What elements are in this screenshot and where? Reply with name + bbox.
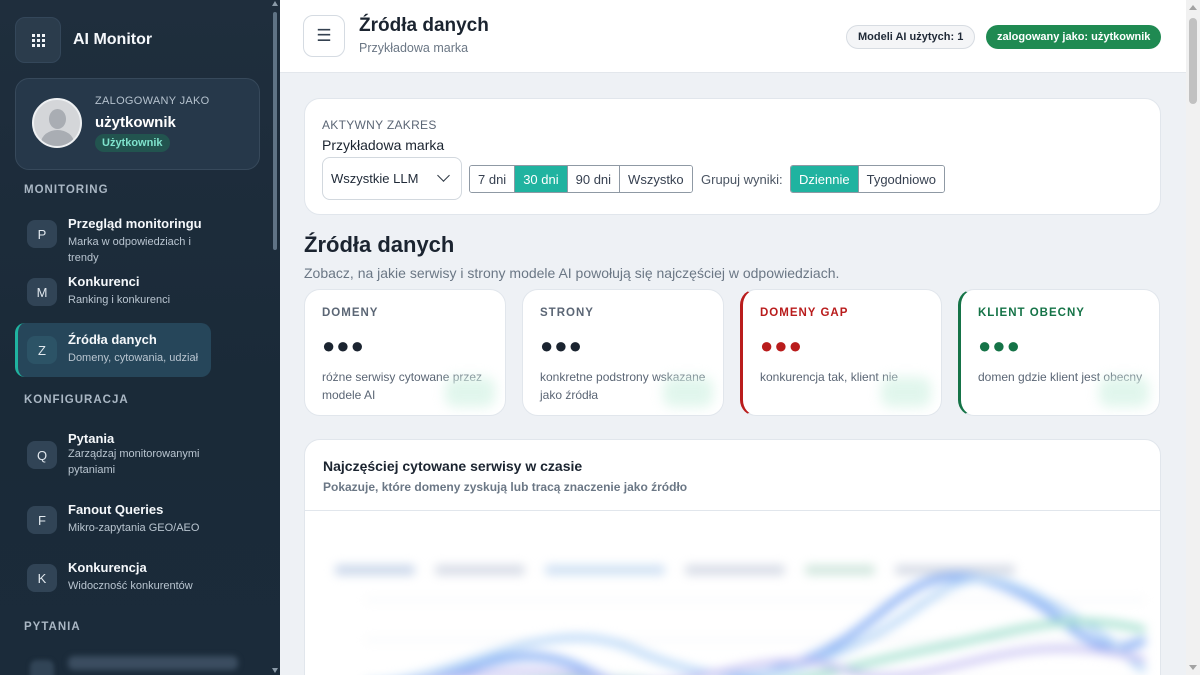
apps-grid-icon[interactable] [15,17,61,63]
blurred-question-item[interactable] [68,656,238,670]
stat-card-pages: STRONY ●●● konkretne podstrony wskazane … [522,289,724,416]
sidebar-item-subtitle: Marka w odpowiedziach i trendy [68,236,191,264]
user-label: ZALOGOWANY JAKO [95,95,210,107]
section-pytania: PYTANIA [24,621,81,633]
divider [305,510,1160,511]
scroll-down-icon[interactable] [272,668,278,673]
nav-letter-icon: K [27,564,57,592]
main-scrollbar[interactable] [1186,0,1200,675]
sidebar-item-pytania[interactable]: Q Pytania Zarządzaj monitorowanymi pytan… [15,420,211,486]
sidebar-scroll-thumb[interactable] [273,12,277,250]
group-selector: Dziennie Tygodniowo [790,165,945,193]
main-scroll-thumb[interactable] [1189,18,1197,104]
legend-item [805,565,875,575]
active-range-label: AKTYWNY ZAKRES [322,118,437,132]
blurred-question-icon [30,660,54,675]
nav-letter-icon: F [27,506,57,534]
range-7d-button[interactable]: 7 dni [470,166,516,192]
sidebar-item-title: Źródła danych [68,332,157,347]
scroll-down-icon[interactable] [1189,665,1197,670]
sidebar-item-subtitle: Widoczność konkurentów [68,580,193,592]
sidebar-item-konkurencja[interactable]: K Konkurencja Widoczność konkurentów [15,551,211,605]
hamburger-icon: ☰ [316,26,332,45]
sidebar-scrollbar[interactable] [272,0,278,675]
range-selector: 7 dni 30 dni 90 dni Wszystko [469,165,693,193]
chart-subtitle: Pokazuje, które domeny zyskują lub tracą… [323,480,688,494]
user-name: użytkownik [95,114,176,131]
sidebar-item-title: Konkurencja [68,560,147,575]
sidebar-item-title: Konkurenci [68,274,140,289]
blurred-legend [335,565,1015,575]
stat-card-domain-gap: DOMENY GAP ●●● konkurencja tak, klient n… [740,289,942,416]
stat-card-client-present: KLIENT OBECNY ●●● domen gdzie klient jes… [958,289,1160,416]
avatar [32,98,82,148]
page-title: Źródła danych [359,15,489,36]
stat-decoration [1099,377,1149,407]
active-brand: Przykładowa marka [322,137,445,153]
nav-letter-icon: Z [27,336,57,364]
chart-title: Najczęściej cytowane serwisy w czasie [323,458,583,474]
brand[interactable]: AI Monitor [15,17,152,63]
page-subtitle: Przykładowa marka [359,41,469,55]
nav-letter-icon: M [27,278,57,306]
scroll-up-icon[interactable] [1189,5,1197,10]
models-used-pill: Modeli AI użytych: 1 [846,25,976,49]
stat-decoration [445,377,495,407]
sidebar: AI Monitor ZALOGOWANY JAKO użytkownik Uż… [0,0,280,675]
stat-decoration [881,377,931,407]
stat-card-domains: DOMENY ●●● różne serwisy cytowane przez … [304,289,506,416]
nav-letter-icon: Q [27,441,57,469]
user-role-badge: Użytkownik [95,134,170,152]
sidebar-item-subtitle: Ranking i konkurenci [68,294,171,306]
legend-item [545,565,665,575]
stat-value: ●●● [978,333,1021,358]
topbar: ☰ Źródła danych Przykładowa marka Modeli… [280,0,1186,73]
nav-letter-icon: P [27,220,57,248]
section-konfiguracja: KONFIGURACJA [24,394,129,406]
stat-label: DOMENY GAP [760,307,849,319]
sidebar-item-title: Fanout Queries [68,502,164,517]
legend-item [335,565,415,575]
sidebar-item-przeglad[interactable]: P Przegląd monitoringu Marka w odpowiedz… [15,207,211,264]
menu-toggle-button[interactable]: ☰ [303,15,345,57]
range-all-button[interactable]: Wszystko [620,166,692,192]
chevron-down-icon [437,169,450,182]
range-30d-button[interactable]: 30 dni [515,166,568,192]
app-name: AI Monitor [73,31,153,48]
stat-value: ●●● [540,333,583,358]
stat-label: DOMENY [322,307,379,319]
sidebar-item-konkurenci[interactable]: M Konkurenci Ranking i konkurenci [15,265,211,319]
sidebar-item-title: Pytania [68,431,115,446]
sidebar-item-zrodla[interactable]: Z Źródła danych Domeny, cytowania, udzia… [15,323,211,377]
range-90d-button[interactable]: 90 dni [567,166,621,192]
section-title: Źródła danych [304,232,455,257]
stat-label: KLIENT OBECNY [978,307,1085,319]
legend-item [685,565,785,575]
stat-decoration [663,377,713,407]
filter-card: AKTYWNY ZAKRES Przykładowa marka Wszystk… [304,98,1161,215]
section-monitoring: MONITORING [24,184,109,196]
llm-select-value: Wszystkie LLM [331,171,419,186]
top-sources-chart-card: Najczęściej cytowane serwisy w czasie Po… [304,439,1161,675]
sidebar-item-title: Przegląd monitoringu [68,216,202,231]
group-label: Grupuj wyniki: [701,172,783,187]
sidebar-item-subtitle: Zarządzaj monitorowanymi pytaniami [68,448,200,476]
sidebar-item-subtitle: Domeny, cytowania, udział [68,352,199,364]
group-daily-button[interactable]: Dziennie [791,166,859,192]
section-subtitle: Zobacz, na jakie serwisy i strony modele… [304,265,840,281]
stat-value: ●●● [760,333,803,358]
sidebar-item-subtitle: Mikro-zapytania GEO/AEO [68,522,200,534]
llm-select[interactable]: Wszystkie LLM [322,157,462,200]
user-card: ZALOGOWANY JAKO użytkownik Użytkownik [15,78,260,170]
sidebar-item-fanout[interactable]: F Fanout Queries Mikro-zapytania GEO/AEO [15,493,211,547]
blurred-chart[interactable] [305,520,1161,675]
logged-in-pill: zalogowany jako: użytkownik [986,25,1162,49]
legend-item [435,565,525,575]
stat-label: STRONY [540,307,594,319]
stat-value: ●●● [322,333,365,358]
group-weekly-button[interactable]: Tygodniowo [858,166,944,192]
scroll-up-icon[interactable] [272,1,278,6]
